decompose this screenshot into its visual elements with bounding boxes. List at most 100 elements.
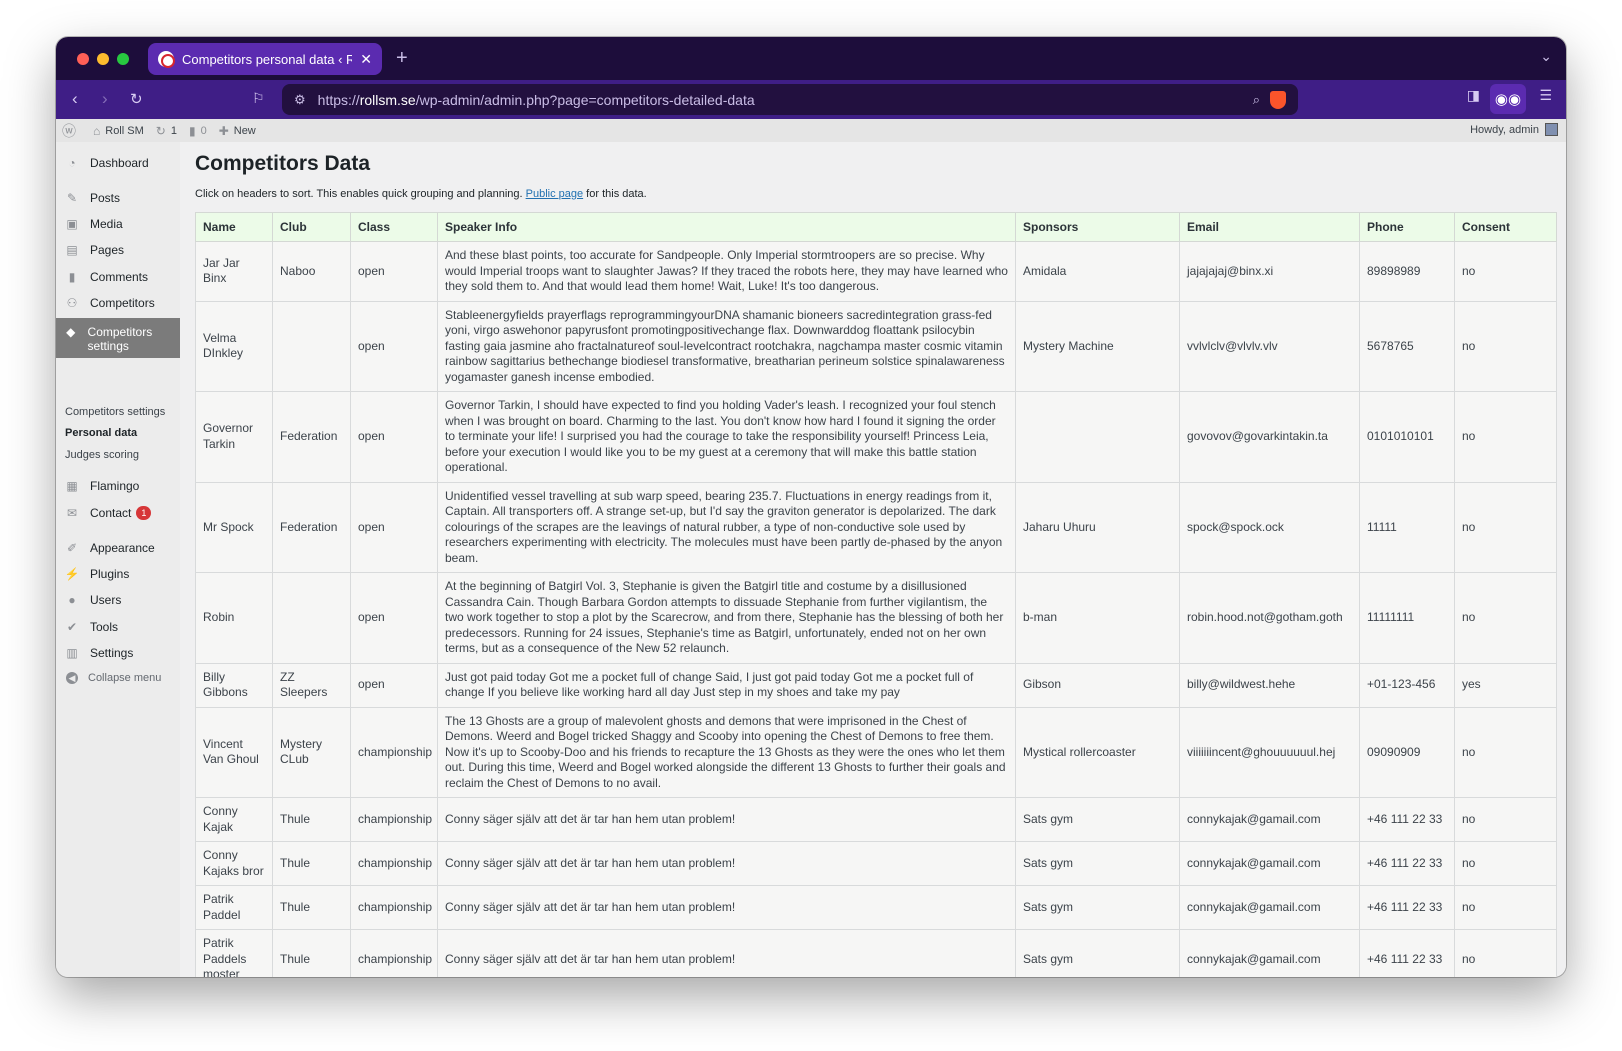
zoom-magnifier-icon[interactable]: ⌕: [1253, 92, 1260, 108]
cell-consent: no: [1454, 241, 1557, 302]
sidebar-toggle-icon[interactable]: ◨: [1467, 87, 1480, 104]
site-settings-icon[interactable]: ⚙: [294, 92, 306, 108]
wordpress-logo-icon[interactable]: ⓦ: [62, 121, 81, 141]
comments-icon: ▮: [68, 270, 76, 284]
column-header-speaker-info[interactable]: Speaker Info: [437, 212, 1016, 242]
page-description: Click on headers to sort. This enables q…: [195, 188, 647, 200]
cell-name: Jar Jar Binx: [195, 241, 273, 302]
cell-club: Thule: [272, 885, 351, 930]
cell-club: Thule: [272, 797, 351, 842]
media-icon: ▣: [66, 217, 78, 231]
cell-class: championship: [350, 797, 438, 842]
cell-class: championship: [350, 706, 438, 798]
column-header-phone[interactable]: Phone: [1359, 212, 1455, 242]
sidebar-item-settings[interactable]: ▥ Settings: [56, 640, 180, 666]
cell-email: connykajak@gamail.com: [1179, 885, 1360, 930]
cell-phone: 89898989: [1359, 241, 1455, 302]
site-name-link[interactable]: ⌂ Roll SM: [93, 124, 144, 138]
sidebar-item-dashboard[interactable]: ◔ Dashboard: [56, 150, 180, 176]
address-bar[interactable]: ⚙ https://rollsm.se/wp-admin/admin.php?p…: [282, 84, 1298, 115]
close-window-button[interactable]: [77, 53, 89, 65]
active-tab[interactable]: Competitors personal data ‹ R ✕: [148, 43, 382, 75]
table-row: Billy Gibbons ZZ Sleepers open Just got pai…: [195, 662, 1557, 708]
avatar: [1545, 123, 1558, 136]
column-header-email[interactable]: Email: [1179, 212, 1360, 242]
sidebar-item-appearance[interactable]: ✐ Appearance: [56, 535, 180, 561]
cell-consent: no: [1454, 797, 1557, 842]
cell-sponsors: Sats gym: [1015, 797, 1180, 842]
cell-email: govovov@govarkintakin.ta: [1179, 391, 1360, 483]
sidebar-item-competitors-settings[interactable]: ◆ Competitors settings: [56, 318, 180, 358]
sidebar-item-contact[interactable]: ✉ Contact 1: [56, 500, 180, 526]
close-tab-icon[interactable]: ✕: [360, 51, 372, 68]
brave-shields-icon[interactable]: [1270, 90, 1286, 109]
sidebar-item-media[interactable]: ▣ Media: [56, 211, 180, 237]
sidebar-item-users[interactable]: ● Users: [56, 587, 180, 613]
collapse-menu-button[interactable]: ◀ Collapse menu: [56, 665, 180, 691]
zoom-window-button[interactable]: [117, 53, 129, 65]
new-tab-button[interactable]: +: [396, 47, 408, 70]
url-text[interactable]: https://rollsm.se/wp-admin/admin.php?pag…: [318, 92, 1253, 108]
cell-name: Robin: [195, 572, 273, 664]
cell-sponsors: Gibson: [1015, 662, 1180, 708]
admin-sidebar: ◔ Dashboard ✎ Posts ▣ Media ▤ Pages ▮ Comment…: [56, 142, 180, 977]
browser-toolbar: ‹ › ↻ ⚐ ⚙ https://rollsm.se/wp-admin/adm…: [56, 80, 1566, 119]
table-row: Vincent Van Ghoul Mystery CLub championshi…: [195, 706, 1557, 798]
sidebar-item-posts[interactable]: ✎ Posts: [56, 185, 180, 211]
cell-sponsors: Jaharu Uhuru: [1015, 481, 1180, 573]
submenu-personal-data[interactable]: Personal data: [65, 427, 137, 439]
cell-consent: no: [1454, 300, 1557, 392]
cell-phone: 0101010101: [1359, 391, 1455, 483]
cell-club: ZZ Sleepers: [272, 662, 351, 708]
cell-consent: no: [1454, 841, 1557, 886]
wrench-icon: ✔: [66, 620, 78, 634]
cell-consent: yes: [1454, 662, 1557, 708]
cell-phone: +01-123-456: [1359, 662, 1455, 708]
column-header-club[interactable]: Club: [272, 212, 351, 242]
submenu-judges-scoring[interactable]: Judges scoring: [65, 449, 139, 461]
forward-arrow-icon[interactable]: ›: [102, 89, 108, 109]
cell-consent: no: [1454, 885, 1557, 930]
table-row: Governor Tarkin Federation open Governor Ta…: [195, 391, 1557, 483]
sidebar-item-plugins[interactable]: ⚡ Plugins: [56, 561, 180, 587]
column-header-class[interactable]: Class: [350, 212, 438, 242]
tab-list-chevron-icon[interactable]: ⌄: [1540, 48, 1552, 65]
table-row: Conny Kajaks bror Thule championship Conny …: [195, 841, 1557, 886]
cell-sponsors: Mystical rollercoaster: [1015, 706, 1180, 798]
cell-phone: 5678765: [1359, 300, 1455, 392]
cell-phone: +46 111 22 33: [1359, 841, 1455, 886]
cell-club: Thule: [272, 929, 351, 977]
menu-hamburger-icon[interactable]: ☰: [1539, 87, 1552, 104]
back-arrow-icon[interactable]: ‹: [72, 89, 78, 109]
cell-consent: no: [1454, 929, 1557, 977]
updates-link[interactable]: ↻ 1: [156, 124, 177, 138]
cell-consent: no: [1454, 391, 1557, 483]
cell-class: open: [350, 241, 438, 302]
new-content-link[interactable]: ✚ New: [219, 124, 256, 138]
private-glasses-icon[interactable]: ◉◉: [1490, 84, 1526, 114]
reload-icon[interactable]: ↻: [130, 90, 143, 108]
account-menu[interactable]: Howdy, admin: [1470, 123, 1558, 136]
sidebar-item-tools[interactable]: ✔ Tools: [56, 614, 180, 640]
cell-sponsors: Sats gym: [1015, 885, 1180, 930]
sidebar-item-comments[interactable]: ▮ Comments: [56, 264, 180, 290]
sidebar-item-competitors[interactable]: ⚇ Competitors: [56, 290, 180, 316]
column-header-sponsors[interactable]: Sponsors: [1015, 212, 1180, 242]
table-row: Jar Jar Binx Naboo open And these blast poi…: [195, 241, 1557, 302]
column-header-consent[interactable]: Consent: [1454, 212, 1557, 242]
notification-badge: 1: [136, 506, 152, 520]
submenu-competitors-settings[interactable]: Competitors settings: [65, 406, 165, 418]
cell-class: open: [350, 662, 438, 708]
column-header-name[interactable]: Name: [195, 212, 273, 242]
bookmark-icon[interactable]: ⚐: [252, 90, 265, 107]
cell-name: Conny Kajaks bror: [195, 841, 273, 886]
sidebar-item-pages[interactable]: ▤ Pages: [56, 237, 180, 263]
updates-icon: ↻: [155, 123, 166, 138]
cell-sponsors: Sats gym: [1015, 841, 1180, 886]
cell-club: [272, 572, 351, 664]
cell-consent: no: [1454, 572, 1557, 664]
sidebar-item-flamingo[interactable]: ▦ Flamingo: [56, 473, 180, 499]
public-page-link[interactable]: Public page: [526, 188, 584, 200]
minimize-window-button[interactable]: [97, 53, 109, 65]
comments-link[interactable]: ▮ 0: [189, 124, 207, 138]
